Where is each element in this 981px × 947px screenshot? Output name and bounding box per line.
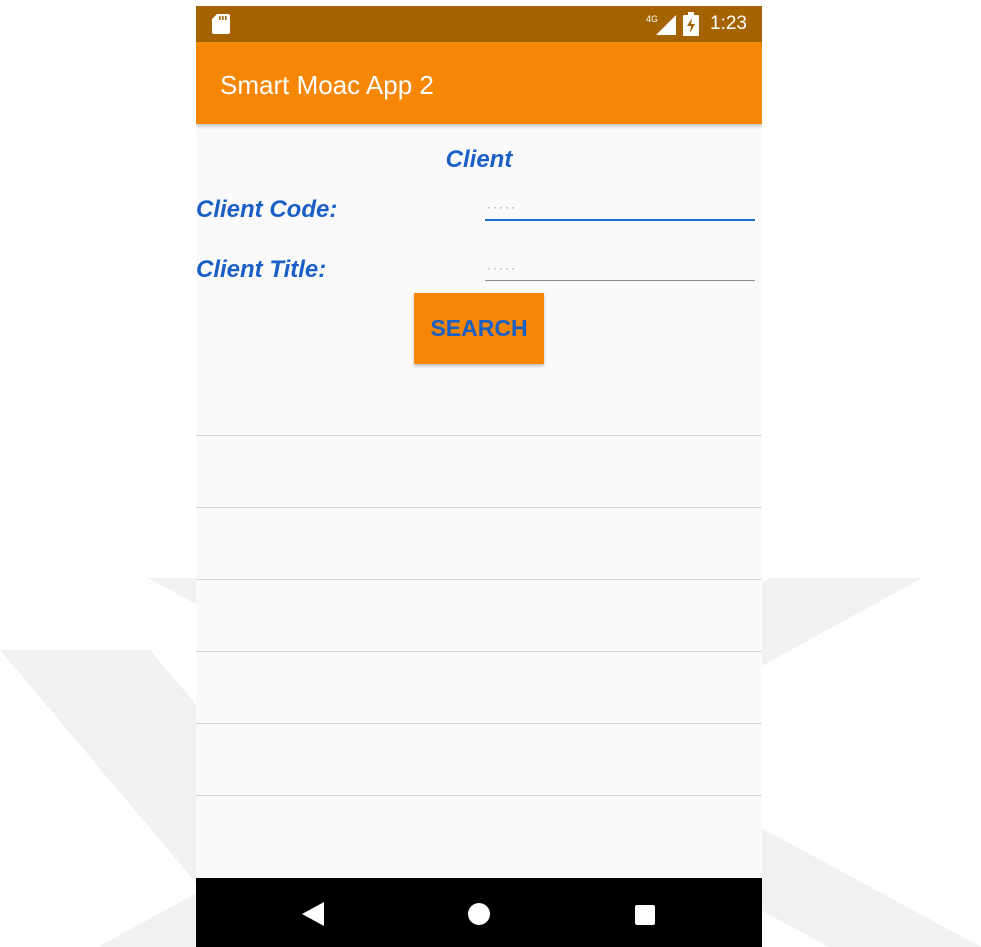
- app-bar: Smart Moac App 2: [196, 42, 762, 124]
- network-type-label: 4G: [646, 14, 658, 24]
- client-title-label: Client Title:: [196, 256, 327, 283]
- client-title-input[interactable]: [485, 255, 755, 281]
- list-item[interactable]: [196, 651, 762, 723]
- list-item[interactable]: [196, 507, 762, 579]
- sd-card-icon: [212, 14, 230, 34]
- list-item[interactable]: [196, 723, 762, 795]
- app-title: Smart Moac App 2: [220, 70, 434, 100]
- recents-icon[interactable]: [635, 905, 655, 925]
- client-code-input[interactable]: [485, 195, 755, 221]
- battery-charging-icon: [683, 12, 699, 36]
- results-list: [196, 435, 762, 867]
- back-icon[interactable]: [302, 902, 324, 926]
- list-item[interactable]: [196, 579, 762, 651]
- navigation-bar: [196, 878, 762, 947]
- status-bar: 4G 1:23: [196, 6, 762, 42]
- section-title: Client: [445, 146, 513, 173]
- list-item[interactable]: [196, 795, 762, 867]
- list-item[interactable]: [196, 435, 762, 507]
- home-icon[interactable]: [468, 903, 490, 925]
- screenshot-stage: 4G 1:23 Smart Moac App 2 Client Client C…: [0, 0, 981, 947]
- status-time: 1:23: [710, 13, 747, 34]
- phone-screen: 4G 1:23 Smart Moac App 2 Client Client C…: [196, 6, 762, 947]
- search-button[interactable]: SEARCH: [414, 293, 544, 364]
- signal-icon: 4G: [646, 14, 676, 35]
- client-code-label: Client Code:: [196, 196, 338, 223]
